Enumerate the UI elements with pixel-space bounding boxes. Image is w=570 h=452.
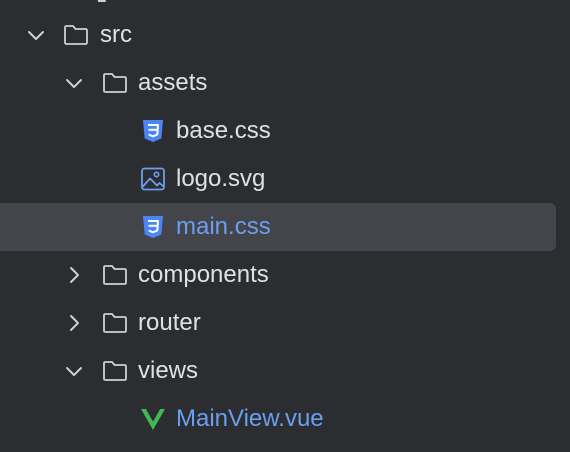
folder-icon [103,265,127,285]
tree-item-logo-svg[interactable]: logo.svg [0,155,556,203]
tree-item-label: views [138,357,199,384]
css-file-icon [143,216,163,238]
tree-item-label: main.css [176,213,271,240]
tree-item-main-css[interactable]: main.css [0,203,556,251]
tree-item-base-css[interactable]: base.css [0,107,556,155]
chevron-down-icon[interactable] [64,361,84,381]
chevron-right-icon[interactable] [64,313,84,333]
folder-icon [64,25,88,45]
image-file-icon [141,167,165,191]
tree-item-views[interactable]: views [0,347,556,395]
chevron-down-icon[interactable] [64,73,84,93]
project-tree: src assets base.css logo.svg main.css co… [0,0,570,452]
folder-icon [103,361,127,381]
tree-item-label: assets [138,69,208,96]
tree-item-assets[interactable]: assets [0,59,556,107]
css-file-icon [143,120,163,142]
tree-item-router[interactable]: router [0,299,556,347]
clipped-row-icon [97,0,106,2]
chevron-down-icon[interactable] [26,25,46,45]
tree-item-mainview-vue[interactable]: MainView.vue [0,395,556,443]
tree-item-label: src [100,21,132,48]
tree-item-components[interactable]: components [0,251,556,299]
chevron-right-icon[interactable] [64,265,84,285]
tree-item-label: MainView.vue [176,405,324,432]
tree-item-label: base.css [176,117,271,144]
tree-item-label: logo.svg [176,165,266,192]
tree-item-label: components [138,261,269,288]
tree-item-src[interactable]: src [0,11,556,59]
folder-icon [103,73,127,93]
vue-file-icon [141,409,165,430]
tree-item-label: router [138,309,201,336]
folder-icon [103,313,127,333]
